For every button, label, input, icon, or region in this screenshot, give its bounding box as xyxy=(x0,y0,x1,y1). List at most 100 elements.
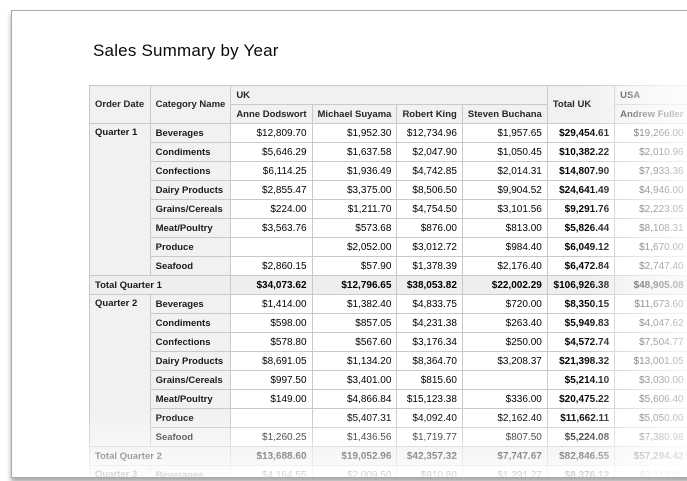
employee-header: Andrew Fuller xyxy=(615,105,687,124)
table-row: Quarter 1Beverages$12,809.70$1,952.30$12… xyxy=(90,124,687,143)
value-cell: $4,572.74 xyxy=(547,333,614,352)
category-cell: Dairy Products xyxy=(150,181,231,200)
value-cell: $2,047.90 xyxy=(397,143,462,162)
value-cell: $2,014.31 xyxy=(462,162,547,181)
table-row: Grains/Cereals$997.50$3,401.00$815.60$5,… xyxy=(90,371,687,390)
value-cell: $3,208.37 xyxy=(462,352,547,371)
value-cell: $5,606.40 xyxy=(615,390,687,409)
value-cell: $5,050.00 xyxy=(615,409,687,428)
table-row: Confections$578.80$567.60$3,176.34$250.0… xyxy=(90,333,687,352)
value-cell: $567.60 xyxy=(312,333,397,352)
col-header-total-uk: Total UK xyxy=(547,86,614,124)
value-cell xyxy=(231,238,312,257)
value-cell: $2,855.47 xyxy=(231,181,312,200)
value-cell xyxy=(231,409,312,428)
value-cell: $5,224.08 xyxy=(547,428,614,447)
table-row: Seafood$2,860.15$57.90$1,378.39$2,176.40… xyxy=(90,257,687,276)
table-row: Quarter 2Beverages$1,414.00$1,382.40$4,8… xyxy=(90,295,687,314)
value-cell: $6,049.12 xyxy=(547,238,614,257)
value-cell: $3,401.00 xyxy=(312,371,397,390)
value-cell: $5,949.83 xyxy=(547,314,614,333)
value-cell: $6,114.25 xyxy=(231,162,312,181)
table-row: Dairy Products$2,855.47$3,375.00$8,506.5… xyxy=(90,181,687,200)
value-cell: $2,747.40 xyxy=(615,257,687,276)
value-cell: $11,662.11 xyxy=(547,409,614,428)
value-cell: $4,946.00 xyxy=(615,181,687,200)
total-row: Total Quarter 2$13,688.60$19,052.96$42,3… xyxy=(90,447,687,466)
value-cell: $1,952.30 xyxy=(312,124,397,143)
quarter-cell: Quarter 3 xyxy=(90,466,151,479)
value-cell: $857.05 xyxy=(312,314,397,333)
employee-header: Robert King xyxy=(397,105,462,124)
value-cell: $1,957.65 xyxy=(462,124,547,143)
value-cell: $8,506.50 xyxy=(397,181,462,200)
value-cell: $1,637.58 xyxy=(312,143,397,162)
value-cell: $1,260.25 xyxy=(231,428,312,447)
table-row: Seafood$1,260.25$1,436.56$1,719.77$807.5… xyxy=(90,428,687,447)
category-cell: Meat/Poultry xyxy=(150,390,231,409)
group-header-uk: UK xyxy=(231,86,548,105)
value-cell: $4,047.62 xyxy=(615,314,687,333)
value-cell: $1,436.56 xyxy=(312,428,397,447)
value-cell: $2,052.00 xyxy=(312,238,397,257)
value-cell: $4,231.38 xyxy=(397,314,462,333)
table-row: Condiments$5,646.29$1,637.58$2,047.90$1,… xyxy=(90,143,687,162)
value-cell: $3,012.72 xyxy=(397,238,462,257)
value-cell: $3,030.00 xyxy=(615,371,687,390)
value-cell: $21,398.32 xyxy=(547,352,614,371)
value-cell: $7,933.36 xyxy=(615,162,687,181)
value-cell: $8,108.31 xyxy=(615,219,687,238)
value-cell: $4,742.85 xyxy=(397,162,462,181)
value-cell: $1,670.00 xyxy=(615,238,687,257)
value-cell: $106,926.38 xyxy=(547,276,614,295)
value-cell: $24,641.49 xyxy=(547,181,614,200)
value-cell: $2,010.96 xyxy=(615,143,687,162)
value-cell: $910.80 xyxy=(397,466,462,479)
value-cell: $4,866.84 xyxy=(312,390,397,409)
total-label-cell: Total Quarter 2 xyxy=(90,447,231,466)
value-cell: $8,376.12 xyxy=(547,466,614,479)
sales-table: Order DateCategory NameUKTotal UKUSAAnne… xyxy=(89,85,687,478)
value-cell: $6,472.84 xyxy=(547,257,614,276)
value-cell: $1,414.00 xyxy=(231,295,312,314)
col-header-category-name: Category Name xyxy=(150,86,231,124)
value-cell: $1,211.70 xyxy=(312,200,397,219)
table-row: Condiments$598.00$857.05$4,231.38$263.40… xyxy=(90,314,687,333)
category-cell: Beverages xyxy=(150,466,231,479)
value-cell: $149.00 xyxy=(231,390,312,409)
value-cell: $876.00 xyxy=(397,219,462,238)
value-cell: $13,688.60 xyxy=(231,447,312,466)
value-cell: $42,357.32 xyxy=(397,447,462,466)
value-cell: $2,162.40 xyxy=(462,409,547,428)
category-cell: Confections xyxy=(150,333,231,352)
value-cell: $997.50 xyxy=(231,371,312,390)
table-row: Meat/Poultry$149.00$4,866.84$15,123.38$3… xyxy=(90,390,687,409)
value-cell: $3,101.56 xyxy=(462,200,547,219)
table-row: Produce$2,052.00$3,012.72$984.40$6,049.1… xyxy=(90,238,687,257)
value-cell: $12,796.65 xyxy=(312,276,397,295)
category-cell: Grains/Cereals xyxy=(150,200,231,219)
category-cell: Meat/Poultry xyxy=(150,219,231,238)
value-cell: $5,407.31 xyxy=(312,409,397,428)
value-cell: $3,375.00 xyxy=(312,181,397,200)
value-cell: $1,050.45 xyxy=(462,143,547,162)
header-row-groups: Order DateCategory NameUKTotal UKUSA xyxy=(90,86,687,105)
value-cell: $9,291.76 xyxy=(547,200,614,219)
report-card: Sales Summary by Year Order DateCategory… xyxy=(11,10,687,478)
value-cell: $336.00 xyxy=(462,390,547,409)
value-cell: $3,563.76 xyxy=(231,219,312,238)
value-cell: $598.00 xyxy=(231,314,312,333)
value-cell: $1,378.39 xyxy=(397,257,462,276)
table-row: Grains/Cereals$224.00$1,211.70$4,754.50$… xyxy=(90,200,687,219)
value-cell: $22,002.29 xyxy=(462,276,547,295)
value-cell: $9,904.52 xyxy=(462,181,547,200)
value-cell: $12,809.70 xyxy=(231,124,312,143)
category-cell: Beverages xyxy=(150,124,231,143)
value-cell: $4,092.40 xyxy=(397,409,462,428)
total-label-cell: Total Quarter 1 xyxy=(90,276,231,295)
employee-header: Steven Buchana xyxy=(462,105,547,124)
employee-header: Anne Dodswort xyxy=(231,105,312,124)
value-cell: $250.00 xyxy=(462,333,547,352)
value-cell: $224.00 xyxy=(231,200,312,219)
table-row: Confections$6,114.25$1,936.49$4,742.85$2… xyxy=(90,162,687,181)
